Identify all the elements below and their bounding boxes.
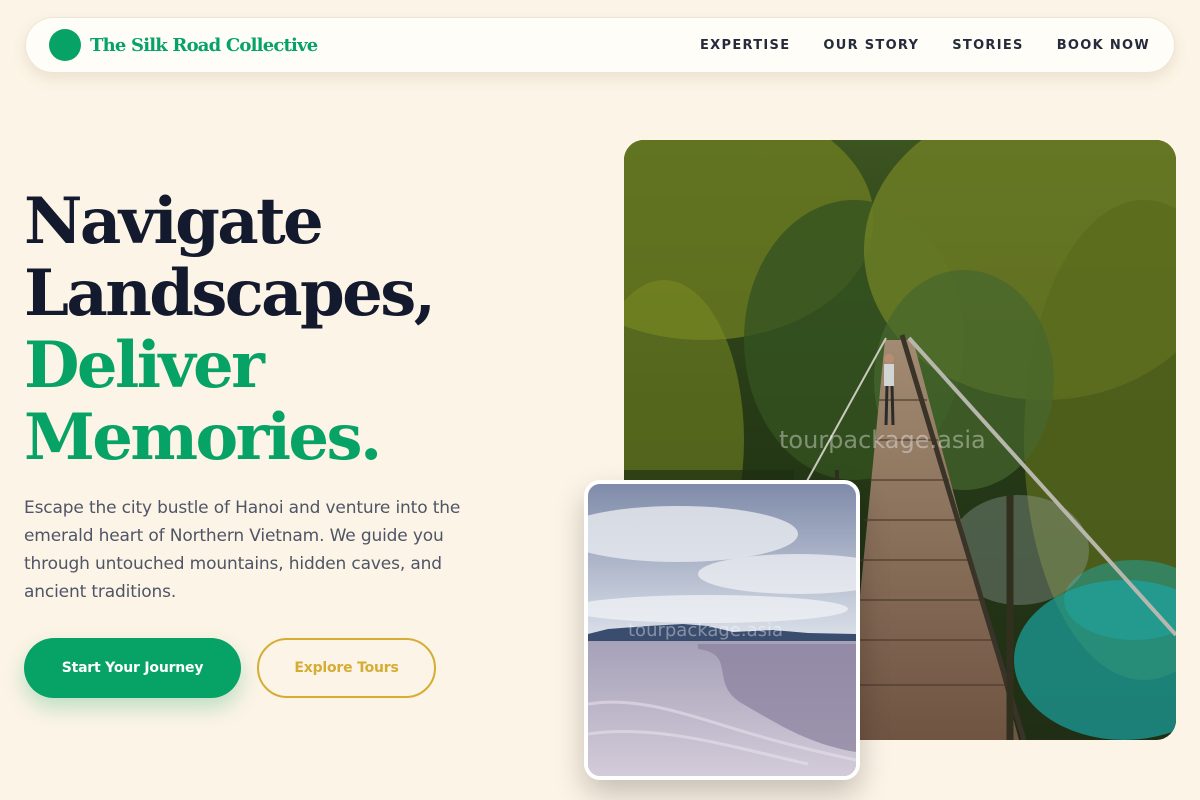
beach-photo-watermark: tourpackage.asia: [628, 620, 784, 641]
main-photo-watermark: tourpackage.asia: [779, 426, 986, 454]
landing-page: The Silk Road Collective EXPERTISE OUR S…: [0, 0, 1200, 800]
nav-link-stories[interactable]: STORIES: [952, 38, 1023, 53]
brand-name: The Silk Road Collective: [90, 34, 318, 56]
nav-link-book-now[interactable]: BOOK NOW: [1057, 38, 1150, 53]
hero-intro-text: Escape the city bustle of Hanoi and vent…: [24, 498, 461, 602]
headline-line-1: Navigate: [24, 184, 324, 259]
top-navbar: The Silk Road Collective EXPERTISE OUR S…: [25, 17, 1175, 73]
headline-line-2: Landscapes,: [24, 256, 436, 331]
green-circle-logo-icon: [49, 29, 81, 61]
start-journey-button[interactable]: Start Your Journey: [24, 638, 241, 698]
brand-logo-link[interactable]: The Silk Road Collective: [49, 29, 318, 61]
headline-line-4: Memories.: [24, 400, 382, 475]
explore-tours-button[interactable]: Explore Tours: [257, 638, 436, 698]
main-navigation: EXPERTISE OUR STORY STORIES BOOK NOW: [700, 38, 1150, 53]
headline-line-3: Deliver: [24, 328, 265, 403]
nav-link-expertise[interactable]: EXPERTISE: [700, 38, 790, 53]
hero-headline: Navigate Landscapes, Deliver Memories.: [24, 186, 544, 474]
nav-link-our-story[interactable]: OUR STORY: [823, 38, 919, 53]
beach-photo: tourpackage.asia: [584, 480, 860, 780]
